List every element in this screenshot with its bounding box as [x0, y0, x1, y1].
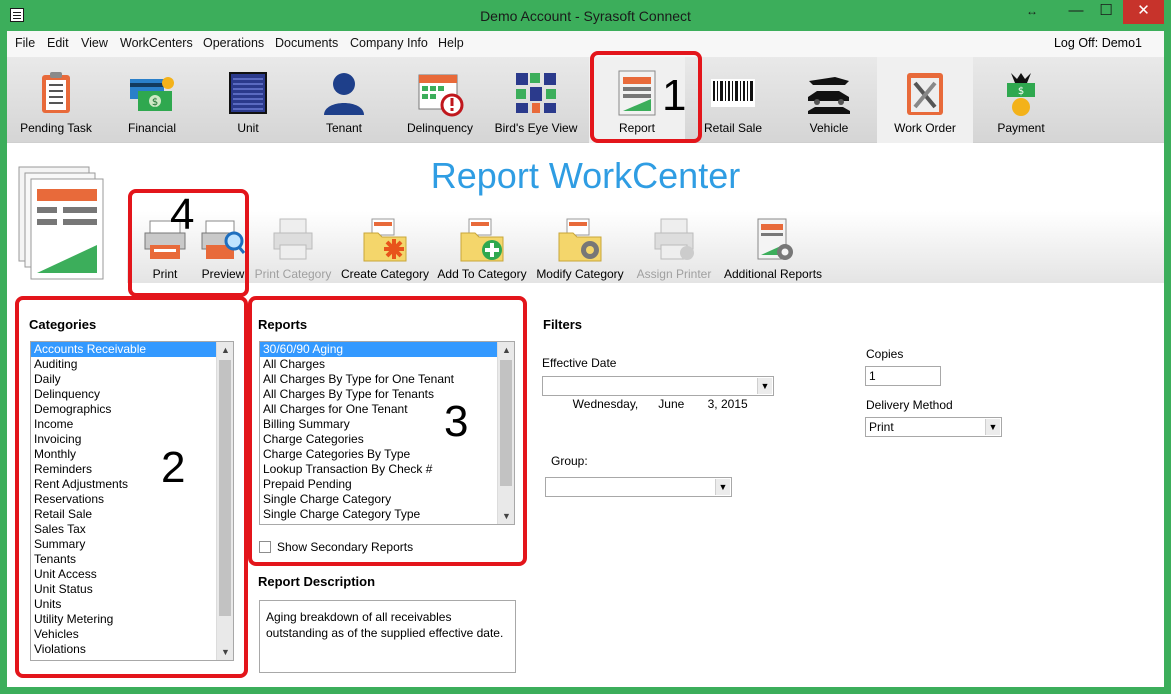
chevron-down-icon[interactable]: ▼ — [757, 378, 772, 394]
toolbar-unit[interactable]: Unit — [200, 57, 296, 143]
app-window: Demo Account - Syrasoft Connect ↔ — ☐ ✕ … — [0, 0, 1171, 694]
svg-text:$: $ — [152, 97, 158, 108]
toolbar-financial[interactable]: $ Financial — [104, 57, 200, 143]
site-map-icon — [516, 73, 556, 113]
delivery-method-select[interactable]: Print ▼ — [865, 417, 1002, 437]
annotation-number: 2 — [161, 443, 186, 492]
chevron-down-icon[interactable]: ▼ — [985, 419, 1000, 435]
toolbar-payment[interactable]: $ Payment — [973, 57, 1069, 143]
print-category-icon — [273, 218, 313, 260]
folder-gear-icon — [558, 218, 602, 262]
toolbar-label: Payment — [997, 121, 1045, 135]
delivery-method-label: Delivery Method — [866, 398, 953, 412]
folder-star-icon — [363, 218, 407, 262]
menu-operations[interactable]: Operations — [203, 36, 264, 50]
additional-reports-button[interactable]: Additional Reports — [721, 211, 825, 283]
person-icon — [324, 73, 364, 115]
effective-date-picker[interactable]: Wednesday, June 3, 2015 ▼ — [542, 376, 774, 411]
additional-reports-label: Additional Reports — [723, 267, 823, 281]
menu-file[interactable]: File — [15, 36, 35, 50]
chevron-down-icon[interactable]: ▼ — [715, 479, 730, 495]
copies-input[interactable]: 1 — [865, 366, 941, 386]
svg-text:$: $ — [1018, 86, 1024, 97]
calendar-warning-icon — [418, 74, 464, 117]
assign-printer-label: Assign Printer — [636, 267, 712, 281]
vehicles-icon — [808, 77, 850, 114]
tools-clipboard-icon — [907, 73, 943, 115]
minimize-button[interactable]: — — [1063, 0, 1089, 24]
toolbar-label: Pending Task — [20, 121, 92, 135]
client-area: File Edit View WorkCenters Operations Do… — [7, 31, 1164, 687]
toolbar-birds-eye-view[interactable]: Bird's Eye View — [488, 57, 584, 143]
menu-help[interactable]: Help — [438, 36, 464, 50]
annotation-box-categories — [15, 296, 248, 678]
maximize-button[interactable]: ☐ — [1093, 0, 1119, 24]
create-category-label: Create Category — [340, 267, 430, 281]
toolbar-label: Bird's Eye View — [494, 121, 578, 135]
toolbar-label: Unit — [237, 121, 259, 135]
add-to-category-button[interactable]: Add To Category — [435, 211, 529, 283]
title-bar: Demo Account - Syrasoft Connect ↔ — ☐ ✕ — [7, 0, 1164, 31]
description-heading: Report Description — [258, 574, 376, 589]
group-label: Group: — [551, 454, 588, 468]
report-description-box: Aging breakdown of all receivables outst… — [259, 600, 516, 673]
annotation-number: 4 — [170, 190, 195, 239]
menu-workcenters[interactable]: WorkCenters — [120, 36, 193, 50]
reports-stack-icon — [18, 166, 104, 280]
toolbar-label: Work Order — [894, 121, 956, 135]
annotation-number: 3 — [444, 397, 469, 446]
menu-edit[interactable]: Edit — [47, 36, 69, 50]
workcenter-toolbar: Pending Task $ Financial Unit Tenant Del… — [7, 57, 1164, 143]
group-select[interactable]: ▼ — [545, 477, 732, 497]
add-to-category-label: Add To Category — [437, 267, 527, 281]
money-card-icon: $ — [130, 77, 174, 111]
effective-date-value: Wednesday, June 3, 2015 — [572, 397, 748, 411]
toolbar-label: Vehicle — [809, 121, 849, 135]
toolbar-vehicle[interactable]: Vehicle — [781, 57, 877, 143]
toolbar-label: Financial — [127, 121, 177, 135]
annotation-number: 1 — [662, 71, 687, 120]
assign-printer-button[interactable]: Assign Printer — [629, 211, 719, 283]
print-category-button[interactable]: Print Category — [253, 211, 333, 283]
description-line: outstanding as of the supplied effective… — [266, 626, 504, 640]
money-bag-icon: $ — [1007, 73, 1035, 116]
menu-bar: File Edit View WorkCenters Operations Do… — [7, 31, 1164, 57]
filters-heading: Filters — [543, 317, 583, 332]
toolbar-label: Delinquency — [406, 121, 474, 135]
barcode-icon — [711, 79, 755, 107]
delivery-method-value: Print — [869, 420, 894, 434]
storage-unit-door-icon — [229, 72, 267, 114]
toolbar-work-order[interactable]: Work Order — [877, 57, 973, 143]
modify-category-label: Modify Category — [536, 267, 624, 281]
print-category-label: Print Category — [254, 267, 332, 281]
clipboard-checklist-icon — [42, 72, 70, 113]
logoff-link[interactable]: Log Off: Demo1 — [1054, 36, 1142, 50]
menu-company-info[interactable]: Company Info — [350, 36, 428, 50]
assign-printer-icon — [654, 218, 694, 260]
effective-date-label: Effective Date — [542, 356, 617, 370]
copies-label: Copies — [866, 347, 904, 361]
report-workcenter: Report WorkCenter Print Preview Print Ca… — [7, 143, 1164, 687]
toolbar-pending-task[interactable]: Pending Task — [8, 57, 104, 143]
window-title: Demo Account - Syrasoft Connect — [480, 8, 691, 24]
annotation-box-reports — [248, 296, 527, 566]
resize-icon[interactable]: ↔ — [1019, 0, 1045, 24]
create-category-button[interactable]: Create Category — [339, 211, 431, 283]
report-actions-toolbar: Print Preview Print Category Create Cate… — [127, 211, 1164, 283]
toolbar-delinquency[interactable]: Delinquency — [392, 57, 488, 143]
folder-add-icon — [460, 218, 504, 262]
toolbar-label: Tenant — [325, 121, 363, 135]
close-button[interactable]: ✕ — [1123, 0, 1164, 24]
modify-category-button[interactable]: Modify Category — [533, 211, 627, 283]
menu-documents[interactable]: Documents — [275, 36, 338, 50]
description-line: Aging breakdown of all receivables — [266, 610, 452, 624]
menu-view[interactable]: View — [81, 36, 108, 50]
report-gear-icon — [757, 218, 793, 260]
toolbar-tenant[interactable]: Tenant — [296, 57, 392, 143]
